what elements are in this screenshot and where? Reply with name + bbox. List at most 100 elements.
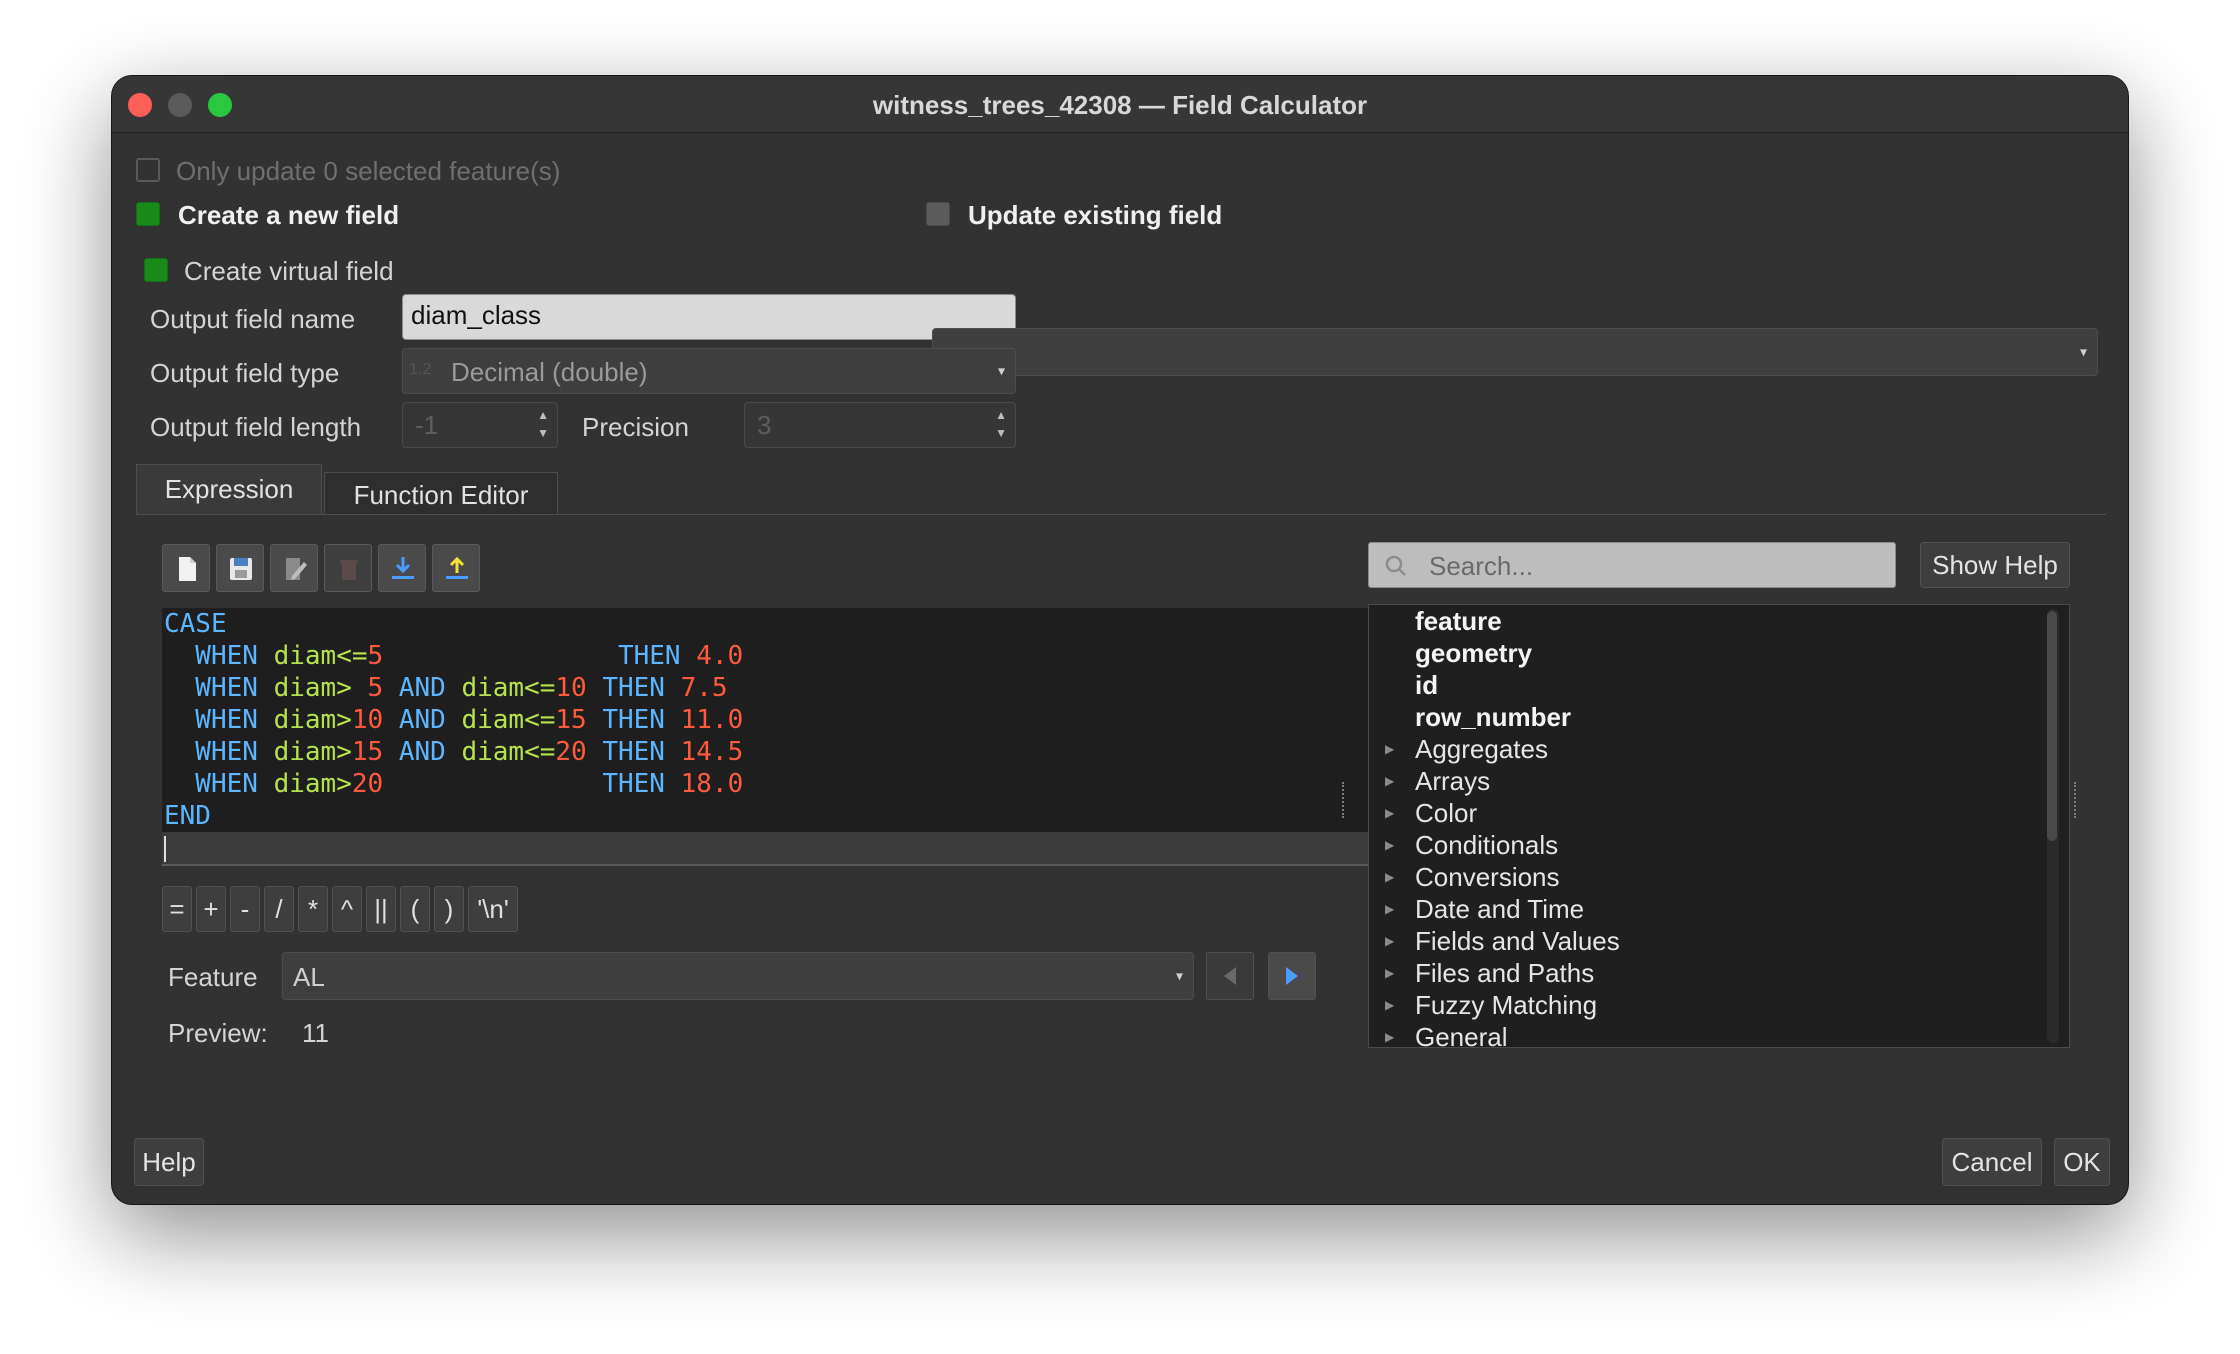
tree-group-aggregates[interactable]: Aggregates — [1415, 733, 1548, 765]
field-calculator-window: witness_trees_42308 — Field Calculator O… — [112, 76, 2128, 1204]
tree-group-fuzzy-matching[interactable]: Fuzzy Matching — [1415, 989, 1597, 1021]
function-tree[interactable]: feature geometry id row_number ▶ Aggrega… — [1368, 604, 2070, 1048]
tree-item-field[interactable]: feature — [1415, 605, 1502, 637]
window-title: witness_trees_42308 — Field Calculator — [872, 90, 1368, 120]
output-field-type-value: Decimal (double) — [451, 357, 648, 387]
existing-field-select[interactable]: ▾ — [932, 328, 2098, 376]
create-virtual-field-label: Create virtual field — [184, 256, 394, 286]
tab-expression[interactable]: Expression — [136, 464, 322, 515]
operator-multiply-button[interactable]: * — [298, 886, 328, 932]
code-line: WHEN diam>20 THEN 18.0 — [164, 769, 744, 799]
tab-divider — [136, 514, 2106, 515]
tree-group-fields-and-values[interactable]: Fields and Values — [1415, 925, 1620, 957]
import-expression-button[interactable] — [378, 544, 426, 592]
chevron-down-icon: ▾ — [1175, 967, 1183, 984]
update-existing-field-checkbox[interactable] — [926, 202, 950, 226]
output-field-name-label: Output field name — [150, 304, 356, 334]
edit-expression-button[interactable] — [270, 544, 318, 592]
output-field-name-input[interactable]: diam_class — [402, 294, 1016, 340]
only-update-label: Only update 0 selected feature(s) — [176, 156, 561, 186]
text-caret — [164, 836, 166, 862]
operator-equals-button[interactable]: = — [162, 886, 192, 932]
current-line-highlight[interactable] — [162, 832, 1428, 866]
code-line: END — [164, 801, 211, 831]
delete-icon — [340, 560, 358, 580]
output-field-type-label: Output field type — [150, 358, 340, 388]
next-feature-button[interactable] — [1268, 952, 1316, 1000]
operator-plus-button[interactable]: + — [196, 886, 226, 932]
expand-triangle-icon[interactable]: ▶ — [1385, 893, 1394, 925]
operator-concat-button[interactable]: || — [366, 886, 396, 932]
tree-item-field[interactable]: id — [1415, 669, 1438, 701]
feature-select-value: AL — [293, 962, 325, 992]
chevron-down-icon: ▾ — [997, 362, 1005, 379]
expand-triangle-icon[interactable]: ▶ — [1385, 733, 1394, 765]
show-help-button[interactable]: Show Help — [1920, 542, 2070, 588]
triangle-right-icon — [1286, 967, 1298, 985]
feature-label: Feature — [168, 962, 258, 992]
tree-group-general[interactable]: General — [1415, 1021, 1508, 1047]
precision-value: 3 — [757, 410, 772, 440]
new-expression-button[interactable] — [162, 544, 210, 592]
tree-group-conversions[interactable]: Conversions — [1415, 861, 1560, 893]
expression-editor[interactable]: CASE WHEN diam<=5 THEN 4.0 WHEN diam> 5 … — [162, 608, 1428, 864]
spin-arrows-icon[interactable]: ▲ ▼ — [995, 406, 1007, 442]
title-bar: witness_trees_42308 — Field Calculator — [112, 76, 2128, 133]
splitter-handle[interactable] — [2074, 782, 2080, 818]
chevron-down-icon: ▾ — [2079, 343, 2087, 360]
function-search-input[interactable]: Search... — [1368, 542, 1896, 588]
operator-close-paren-button[interactable]: ) — [434, 886, 464, 932]
operator-divide-button[interactable]: / — [264, 886, 294, 932]
help-button[interactable]: Help — [134, 1138, 204, 1186]
code-line: WHEN diam> 5 AND diam<=10 THEN 7.5 — [164, 673, 728, 703]
tree-group-arrays[interactable]: Arrays — [1415, 765, 1490, 797]
expand-triangle-icon[interactable]: ▶ — [1385, 957, 1394, 989]
tree-group-files-and-paths[interactable]: Files and Paths — [1415, 957, 1594, 989]
precision-spinbox[interactable]: 3 ▲ ▼ — [744, 402, 1016, 448]
tree-item-field[interactable]: row_number — [1415, 701, 1571, 733]
operator-newline-button[interactable]: '\n' — [468, 886, 518, 932]
tab-function-editor[interactable]: Function Editor — [324, 472, 558, 515]
code-line: WHEN diam<=5 THEN 4.0 — [164, 641, 744, 671]
save-expression-button[interactable] — [216, 544, 264, 592]
previous-feature-button[interactable] — [1206, 952, 1254, 1000]
expand-triangle-icon[interactable]: ▶ — [1385, 861, 1394, 893]
export-expression-button[interactable] — [432, 544, 480, 592]
operator-open-paren-button[interactable]: ( — [400, 886, 430, 932]
feature-select[interactable]: AL ▾ — [282, 952, 1194, 1000]
create-new-field-checkbox[interactable] — [136, 202, 160, 226]
tree-scrollbar-thumb[interactable] — [2047, 611, 2057, 841]
spin-arrows-icon[interactable]: ▲ ▼ — [537, 406, 549, 442]
output-field-type-select[interactable]: 1.2 Decimal (double) ▾ — [402, 348, 1016, 394]
expand-triangle-icon[interactable]: ▶ — [1385, 765, 1394, 797]
tree-item-field[interactable]: geometry — [1415, 637, 1532, 669]
tree-group-conditionals[interactable]: Conditionals — [1415, 829, 1558, 861]
code-line: CASE — [164, 609, 227, 639]
expand-triangle-icon[interactable]: ▶ — [1385, 1021, 1394, 1047]
ok-button[interactable]: OK — [2054, 1138, 2110, 1186]
cancel-button[interactable]: Cancel — [1942, 1138, 2042, 1186]
export-icon — [446, 556, 468, 579]
delete-expression-button[interactable] — [324, 544, 372, 592]
output-field-length-spinbox[interactable]: -1 ▲ ▼ — [402, 402, 558, 448]
expand-triangle-icon[interactable]: ▶ — [1385, 797, 1394, 829]
operator-minus-button[interactable]: - — [230, 886, 260, 932]
create-virtual-field-checkbox[interactable] — [144, 258, 168, 282]
decimal-type-icon: 1.2 — [409, 361, 432, 378]
tree-group-color[interactable]: Color — [1415, 797, 1477, 829]
search-placeholder: Search... — [1429, 551, 1534, 581]
splitter-handle[interactable] — [1342, 782, 1348, 818]
expand-triangle-icon[interactable]: ▶ — [1385, 829, 1394, 861]
only-update-checkbox[interactable] — [136, 158, 160, 182]
operator-power-button[interactable]: ^ — [332, 886, 362, 932]
save-icon — [230, 558, 252, 580]
output-field-length-value: -1 — [415, 410, 439, 440]
import-icon — [392, 557, 414, 579]
tree-group-date-and-time[interactable]: Date and Time — [1415, 893, 1584, 925]
expand-triangle-icon[interactable]: ▶ — [1385, 925, 1394, 957]
triangle-left-icon — [1224, 967, 1236, 985]
code-line: WHEN diam>15 AND diam<=20 THEN 14.5 — [164, 737, 744, 767]
search-icon — [1385, 555, 1406, 576]
code-line: WHEN diam>10 AND diam<=15 THEN 11.0 — [164, 705, 744, 735]
expand-triangle-icon[interactable]: ▶ — [1385, 989, 1394, 1021]
